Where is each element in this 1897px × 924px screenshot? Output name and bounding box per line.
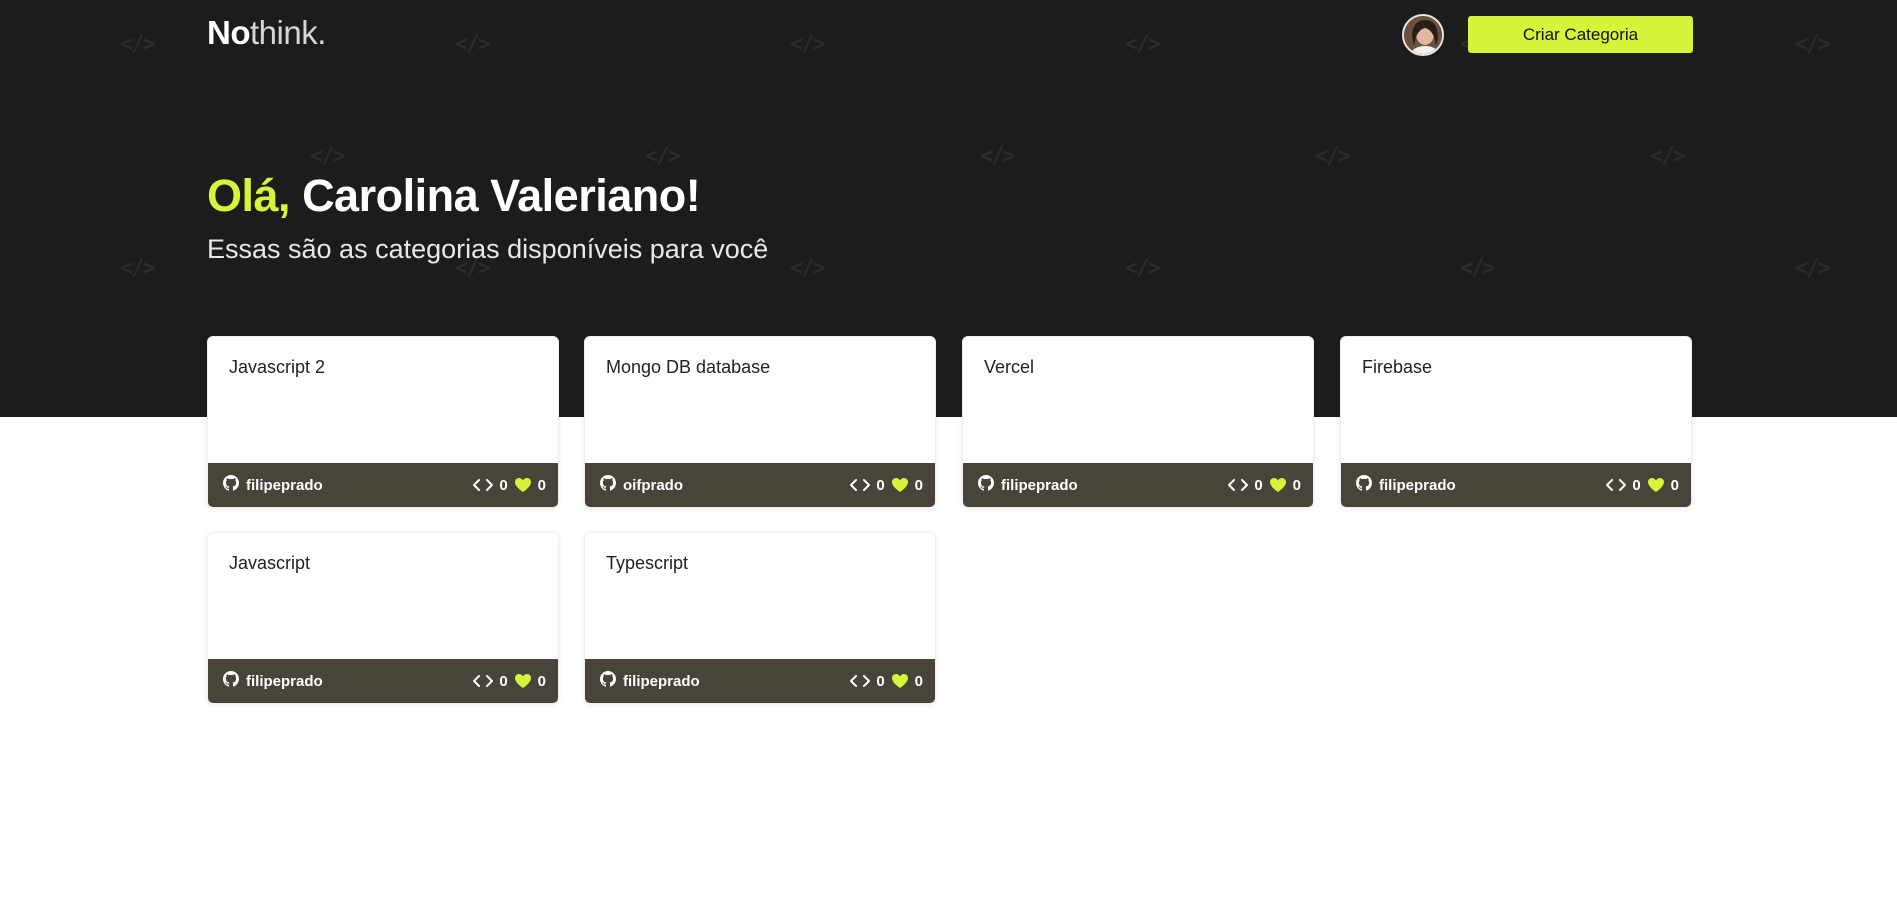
code-count: 0 — [876, 672, 885, 690]
pattern-glyph: </> — [120, 32, 156, 57]
heart-icon[interactable] — [1647, 477, 1665, 493]
author-name: oifprado — [623, 476, 683, 494]
pattern-glyph: </> — [1650, 144, 1686, 169]
code-icon — [1228, 478, 1249, 492]
like-count: 0 — [1670, 476, 1679, 494]
page-title: Olá, Carolina Valeriano! — [207, 170, 701, 222]
pattern-glyph: </> — [120, 256, 156, 281]
category-author[interactable]: filipeprado — [223, 474, 323, 496]
author-name: filipeprado — [623, 672, 700, 690]
code-icon — [1606, 478, 1627, 492]
like-count: 0 — [537, 476, 546, 494]
category-card[interactable]: Vercel filipeprado 0 0 — [962, 336, 1314, 508]
like-count: 0 — [914, 476, 923, 494]
category-card[interactable]: Mongo DB database oifprado 0 0 — [584, 336, 936, 508]
category-stats: 00 — [850, 673, 923, 690]
pattern-glyph: </> — [310, 144, 346, 169]
category-footer: filipeprado 0 0 — [208, 463, 558, 507]
category-footer: filipeprado 0 0 — [208, 659, 558, 703]
pattern-glyph: </> — [1460, 256, 1496, 281]
github-icon — [223, 474, 239, 496]
category-title: Mongo DB database — [606, 357, 771, 377]
code-icon — [473, 674, 494, 688]
code-count: 0 — [1254, 476, 1263, 494]
category-footer: filipeprado 0 0 — [1341, 463, 1691, 507]
heart-icon[interactable] — [891, 477, 909, 493]
category-stats: 00 — [1228, 477, 1301, 494]
category-footer: filipeprado 0 0 — [585, 659, 935, 703]
code-count: 0 — [876, 476, 885, 494]
category-title: Firebase — [1362, 357, 1433, 377]
category-author[interactable]: filipeprado — [223, 670, 323, 692]
pattern-glyph: </> — [645, 144, 681, 169]
github-icon — [978, 474, 994, 496]
category-card[interactable]: Firebase filipeprado 0 0 — [1340, 336, 1692, 508]
category-author[interactable]: filipeprado — [978, 474, 1078, 496]
category-card[interactable]: Javascript 2 filipeprado 0 0 — [207, 336, 559, 508]
code-icon — [850, 674, 871, 688]
pattern-glyph: </> — [1795, 32, 1831, 57]
logo-rest: think. — [250, 14, 326, 51]
greeting-prefix: Olá, — [207, 170, 291, 221]
like-count: 0 — [537, 672, 546, 690]
heart-icon[interactable] — [891, 673, 909, 689]
heart-icon[interactable] — [514, 477, 532, 493]
category-stats: 00 — [1606, 477, 1679, 494]
code-icon — [473, 478, 494, 492]
category-title: Typescript — [606, 553, 689, 573]
like-count: 0 — [1292, 476, 1301, 494]
category-stats: 00 — [473, 477, 546, 494]
category-title: Javascript — [229, 553, 311, 573]
pattern-glyph: </> — [1795, 256, 1831, 281]
author-name: filipeprado — [1001, 476, 1078, 494]
author-name: filipeprado — [1379, 476, 1456, 494]
top-navigation: Nothink. Criar Categoria — [207, 12, 1693, 56]
heart-icon[interactable] — [514, 673, 532, 689]
create-category-button[interactable]: Criar Categoria — [1468, 16, 1693, 53]
category-card[interactable]: Typescript filipeprado 0 0 — [584, 532, 936, 704]
code-count: 0 — [499, 476, 508, 494]
code-icon — [850, 478, 871, 492]
category-title: Vercel — [984, 357, 1035, 377]
category-author[interactable]: filipeprado — [1356, 474, 1456, 496]
heart-icon[interactable] — [1269, 477, 1287, 493]
logo[interactable]: Nothink. — [207, 14, 326, 52]
author-name: filipeprado — [246, 672, 323, 690]
logo-main: No — [207, 14, 251, 51]
pattern-glyph: </> — [1125, 256, 1161, 281]
category-author[interactable]: oifprado — [600, 474, 683, 496]
category-title: Javascript 2 — [229, 357, 326, 377]
user-avatar[interactable] — [1402, 14, 1444, 56]
category-author[interactable]: filipeprado — [600, 670, 700, 692]
github-icon — [1356, 474, 1372, 496]
like-count: 0 — [914, 672, 923, 690]
category-stats: 00 — [473, 673, 546, 690]
category-footer: oifprado 0 0 — [585, 463, 935, 507]
author-name: filipeprado — [246, 476, 323, 494]
github-icon — [600, 670, 616, 692]
code-count: 0 — [499, 672, 508, 690]
code-count: 0 — [1632, 476, 1641, 494]
pattern-glyph: </> — [790, 256, 826, 281]
github-icon — [600, 474, 616, 496]
page-subtitle: Essas são as categorias disponíveis para… — [207, 234, 769, 264]
pattern-glyph: </> — [1315, 144, 1351, 169]
category-footer: filipeprado 0 0 — [963, 463, 1313, 507]
pattern-glyph: </> — [980, 144, 1016, 169]
category-card[interactable]: Javascript filipeprado 0 0 — [207, 532, 559, 704]
greeting-user-name: Carolina Valeriano! — [302, 170, 701, 221]
category-stats: 00 — [850, 477, 923, 494]
github-icon — [223, 670, 239, 692]
